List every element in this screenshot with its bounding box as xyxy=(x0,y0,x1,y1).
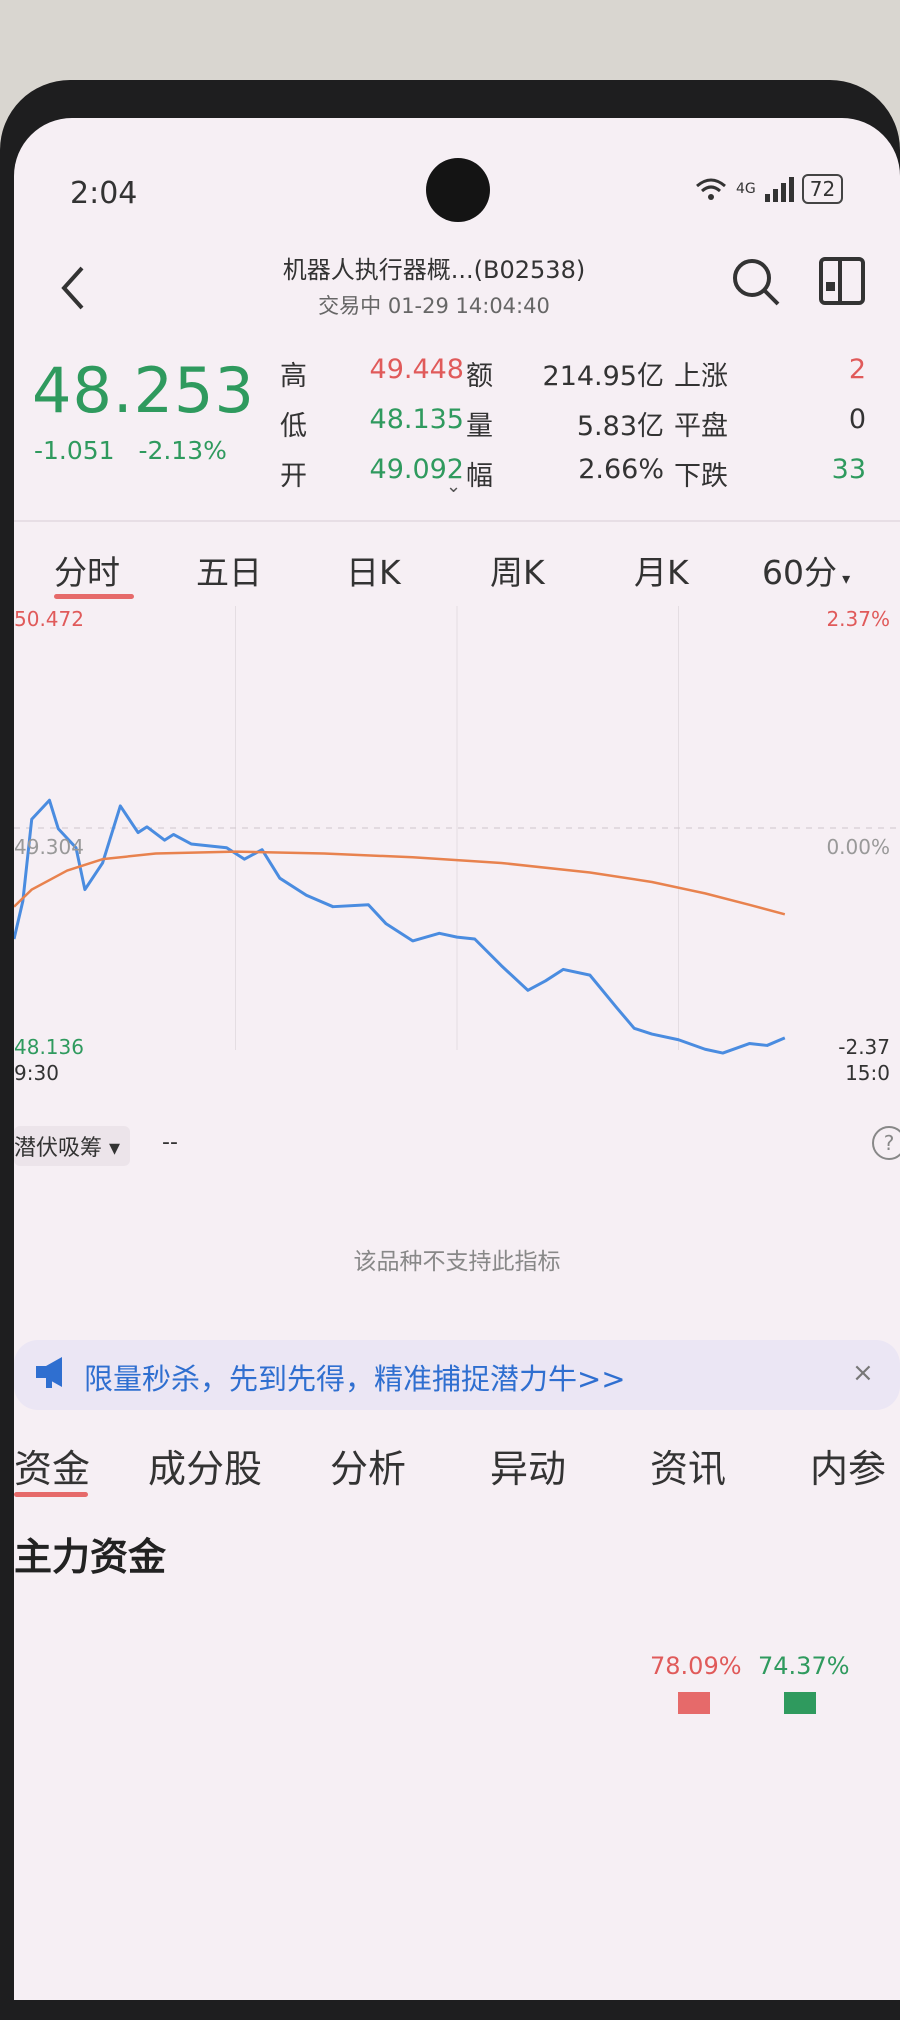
current-price: 48.253 xyxy=(32,354,255,427)
tab-60min[interactable]: 60分 ▾ xyxy=(762,546,850,594)
front-camera xyxy=(426,158,490,222)
high-value: 49.448 xyxy=(369,354,464,385)
tab-weekly-k[interactable]: 周K xyxy=(490,546,545,594)
y-mid-price-label: 49.304 xyxy=(14,835,84,859)
indicator-value: -- xyxy=(162,1130,178,1155)
promo-banner-text[interactable]: 限量秒杀，先到先得，精准捕捉潜力牛>> xyxy=(84,1356,626,1398)
battery-icon: 72 xyxy=(801,174,844,204)
range-label: 幅 xyxy=(466,461,493,492)
unsupported-indicator-message: 该品种不支持此指标 xyxy=(353,1249,561,1275)
chart-lines xyxy=(14,798,786,1055)
screen: 2:04 4G 72 机器人执行器概...(B02538) 交易中 01-29 … xyxy=(14,118,900,2000)
change-value: -1.051 xyxy=(34,436,115,465)
open-label: 开 xyxy=(280,461,307,492)
page-title: 机器人执行器概...(B02538) xyxy=(282,256,586,284)
average-price-line xyxy=(14,850,786,916)
y-max-price-label: 50.472 xyxy=(14,607,84,631)
tab-analysis[interactable]: 分析 xyxy=(330,1438,406,1493)
y-max-pct-label: 2.37% xyxy=(826,607,890,631)
outflow-bar xyxy=(784,1692,816,1714)
dropdown-caret-icon: ▾ xyxy=(837,569,851,588)
expand-chevron-icon[interactable]: ⌄ xyxy=(446,476,461,497)
main-fund-outflow-pct: 74.37% xyxy=(758,1652,850,1680)
y-min-price-label: 48.136 xyxy=(14,1035,84,1059)
wifi-icon xyxy=(696,178,726,200)
divider xyxy=(14,520,900,522)
up-label: 上涨 xyxy=(674,361,728,392)
inflow-bar xyxy=(678,1692,710,1714)
tab-monthly-k[interactable]: 月K xyxy=(634,546,689,594)
y-mid-pct-label: 0.00% xyxy=(826,835,890,859)
change-percent: -2.13% xyxy=(138,436,227,465)
status-icons: 4G 72 xyxy=(694,174,844,204)
amount-value: 214.95亿 xyxy=(542,361,664,392)
amount-label: 额 xyxy=(466,361,493,392)
y-min-pct-label: -2.37 xyxy=(838,1035,890,1059)
tab-60min-label: 60分 xyxy=(762,553,837,592)
range-value: 2.66% xyxy=(578,454,664,485)
x-start-label: 9:30 xyxy=(14,1061,59,1084)
trading-status: 交易中 01-29 14:04:40 xyxy=(318,294,550,318)
tab-constituents[interactable]: 成分股 xyxy=(148,1438,262,1493)
flat-label: 平盘 xyxy=(674,411,728,442)
low-value: 48.135 xyxy=(369,404,464,435)
down-count: 33 xyxy=(831,454,866,485)
active-bottom-tab-indicator xyxy=(14,1492,88,1497)
volume-value: 5.83亿 xyxy=(576,411,664,442)
intraday-chart[interactable]: 50.472 2.37% 49.304 0.00% 48.136 -2.37 9… xyxy=(14,594,900,1084)
down-label: 下跌 xyxy=(674,461,728,492)
price-line xyxy=(14,798,786,1055)
tab-funds[interactable]: 资金 xyxy=(14,1438,90,1493)
main-fund-inflow-pct: 78.09% xyxy=(650,1652,742,1680)
x-end-label: 15:0 xyxy=(845,1061,890,1084)
back-arrow-icon[interactable] xyxy=(48,258,98,318)
close-icon[interactable]: × xyxy=(852,1358,874,1388)
tab-intraday[interactable]: 分时 xyxy=(54,546,120,594)
network-label: 4G xyxy=(736,181,756,197)
high-label: 高 xyxy=(280,361,307,392)
search-icon[interactable] xyxy=(728,254,784,310)
megaphone-icon xyxy=(36,1357,62,1388)
indicator-selector[interactable]: 潜伏吸筹 ▾ xyxy=(14,1126,131,1166)
tab-daily-k[interactable]: 日K xyxy=(346,546,401,594)
low-label: 低 xyxy=(280,411,307,442)
tab-five-day[interactable]: 五日 xyxy=(196,546,262,594)
help-icon[interactable]: ? xyxy=(872,1126,900,1160)
price-change: -1.051 -2.13% xyxy=(34,436,227,465)
volume-label: 量 xyxy=(466,411,493,442)
tab-news[interactable]: 资讯 xyxy=(650,1438,726,1493)
status-time: 2:04 xyxy=(70,176,138,211)
tab-anomaly[interactable]: 异动 xyxy=(490,1438,566,1493)
flat-count: 0 xyxy=(848,404,866,435)
up-count: 2 xyxy=(848,354,866,385)
switch-page-icon[interactable] xyxy=(818,256,866,306)
signal-icon xyxy=(764,177,794,202)
tab-insider[interactable]: 内参 xyxy=(810,1438,886,1493)
section-title: 主力资金 xyxy=(14,1535,167,1579)
